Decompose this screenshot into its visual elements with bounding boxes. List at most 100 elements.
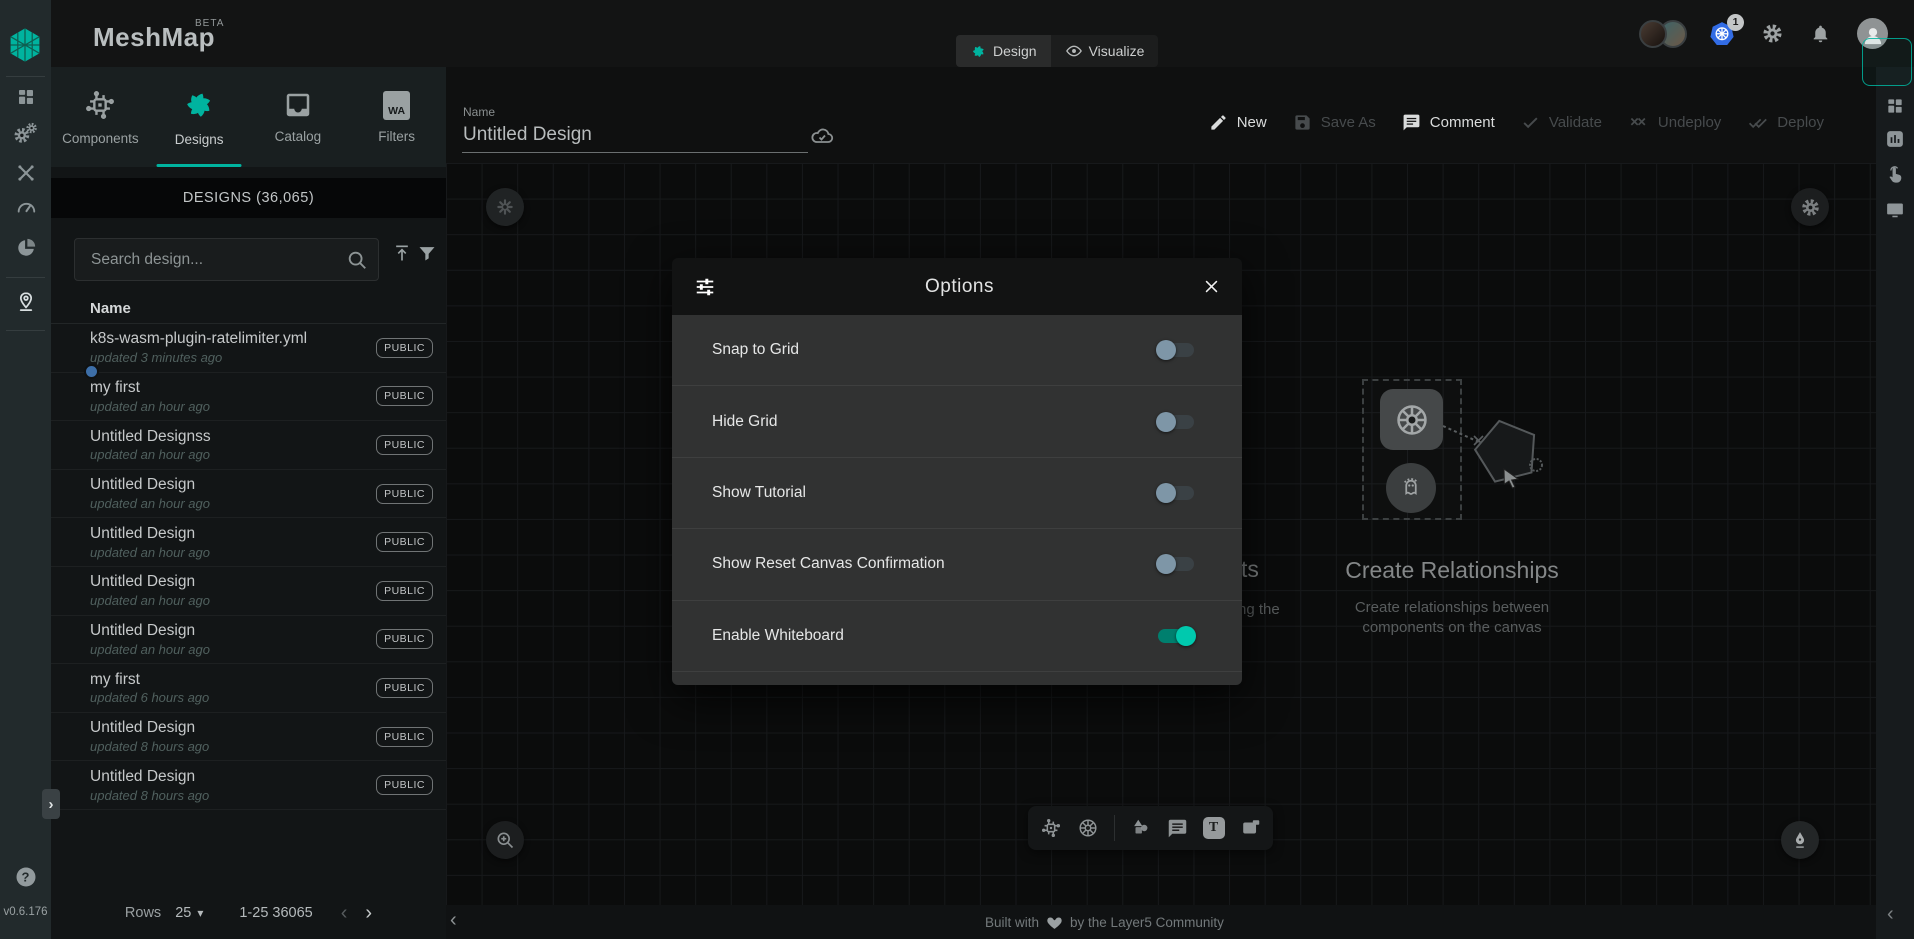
sidebar-item-configuration[interactable] [15, 163, 36, 184]
design-row[interactable]: Untitled Design updated an hour ago PUBL… [51, 567, 446, 616]
kubernetes-context-button[interactable]: 1 [1709, 21, 1735, 47]
panel-collapse-chevron[interactable]: › [42, 789, 60, 819]
undeploy-button[interactable]: Undeploy [1628, 113, 1721, 132]
tab-design-label: Design [993, 43, 1037, 59]
text-tool-icon[interactable]: T [1203, 817, 1225, 839]
tab-design[interactable]: Design [956, 35, 1051, 67]
design-name-input[interactable] [462, 122, 808, 153]
pencil-icon [1209, 113, 1228, 132]
design-row[interactable]: Untitled Designss updated an hour ago PU… [51, 421, 446, 470]
comment-tool-icon[interactable] [1167, 818, 1188, 839]
double-x-icon [1628, 113, 1649, 132]
tab-visualize-label: Visualize [1089, 43, 1145, 59]
design-name: Untitled Design [90, 476, 210, 494]
settings-gear-icon[interactable] [1761, 22, 1784, 45]
design-row[interactable]: my first updated an hour ago PUBLIC [51, 373, 446, 422]
creature-icon [1396, 473, 1426, 503]
design-row[interactable]: Untitled Design updated an hour ago PUBL… [51, 616, 446, 665]
sidebar-item-performance[interactable] [15, 196, 37, 218]
panel-tab-components[interactable]: Components [51, 67, 150, 167]
snap-to-grid-toggle[interactable] [1158, 343, 1194, 357]
design-name: my first [90, 671, 209, 689]
import-design-icon[interactable] [392, 243, 412, 263]
rows-per-page-caret-icon[interactable]: ▾ [197, 906, 203, 920]
eye-icon [1065, 42, 1083, 60]
sidebar-item-meshmap-pin[interactable] [14, 291, 37, 314]
tab-visualize[interactable]: Visualize [1051, 35, 1159, 67]
next-page-button[interactable]: › [365, 902, 372, 925]
panel-tab-catalog[interactable]: Catalog [249, 67, 348, 167]
sidebar-item-extensions[interactable] [15, 237, 37, 259]
right-rail-collapse-chevron[interactable]: ‹ [1887, 903, 1894, 926]
pagination-bar: Rows 25 ▾ 1-25 36065 ‹ › [51, 895, 446, 931]
design-name: Untitled Design [90, 525, 210, 543]
design-row[interactable]: k8s-wasm-plugin-ratelimiter.yml updated … [51, 324, 446, 373]
media-tool-icon[interactable] [1240, 817, 1262, 839]
notifications-bell-icon[interactable] [1810, 23, 1831, 44]
design-name: Untitled Design [90, 768, 209, 786]
touch-interaction-icon[interactable] [1885, 165, 1906, 186]
design-updated: updated 6 hours ago [90, 690, 209, 705]
visibility-badge: PUBLIC [376, 727, 433, 747]
show-reset-canvas-confirmation-toggle[interactable] [1158, 557, 1194, 571]
toolbar-divider [1114, 815, 1115, 841]
meshmap-app: MeshMap BETA Design Visualize 1 [0, 0, 1914, 939]
visibility-badge: PUBLIC [376, 775, 433, 795]
rows-per-page-select[interactable]: 25 [175, 905, 191, 921]
filter-funnel-icon[interactable] [417, 243, 437, 263]
validate-button[interactable]: Validate [1521, 113, 1602, 132]
tutorial-kubernetes-node [1380, 389, 1443, 450]
design-name: k8s-wasm-plugin-ratelimiter.yml [90, 330, 307, 348]
kubernetes-wheel-icon [1393, 401, 1431, 439]
design-updated: updated an hour ago [90, 642, 210, 657]
design-updated: updated 8 hours ago [90, 788, 209, 803]
sidebar-item-lifecycle[interactable] [14, 122, 38, 146]
option-row-enable-whiteboard: Enable Whiteboard [672, 601, 1242, 672]
sidebar-item-dashboard[interactable] [15, 87, 36, 108]
collaborator-avatar-1[interactable] [1639, 20, 1667, 48]
panel-tab-filters[interactable]: WA Filters [347, 67, 446, 167]
show-tutorial-toggle[interactable] [1158, 486, 1194, 500]
deploy-button[interactable]: Deploy [1747, 113, 1824, 132]
canvas-gear-button[interactable] [1791, 188, 1829, 226]
monitor-icon[interactable] [1885, 200, 1906, 221]
comment-button[interactable]: Comment [1402, 113, 1495, 132]
footer-credit: Built with by the Layer5 Community [985, 905, 1224, 939]
design-row[interactable]: Untitled Design updated an hour ago PUBL… [51, 470, 446, 519]
floppy-save-icon [1293, 113, 1312, 132]
save-as-button[interactable]: Save As [1293, 113, 1376, 132]
zoom-in-button[interactable] [486, 821, 524, 859]
layer5-logo-icon[interactable] [6, 26, 44, 64]
design-row[interactable]: Untitled Design updated an hour ago PUBL… [51, 518, 446, 567]
right-drawer-toggle-button[interactable] [1862, 38, 1912, 86]
panel-tab-designs[interactable]: Designs [150, 67, 249, 167]
search-input[interactable] [89, 250, 346, 270]
new-button[interactable]: New [1209, 113, 1267, 132]
design-row[interactable]: my first updated 6 hours ago PUBLIC [51, 664, 446, 713]
kubernetes-tool-icon[interactable] [1077, 817, 1099, 839]
designs-panel: Components Designs Catalog WA Filters DE… [51, 67, 446, 939]
chart-panel-icon[interactable] [1885, 129, 1906, 150]
toggle-knob [1156, 340, 1176, 360]
hide-grid-toggle[interactable] [1158, 415, 1194, 429]
option-label: Enable Whiteboard [712, 627, 844, 645]
header-right-cluster: 1 [1639, 0, 1888, 67]
enable-whiteboard-toggle[interactable] [1158, 629, 1194, 643]
design-list: k8s-wasm-plugin-ratelimiter.yml updated … [51, 323, 446, 810]
visibility-badge: PUBLIC [376, 678, 433, 698]
help-button[interactable]: ? [16, 868, 35, 887]
design-row[interactable]: Untitled Design updated 8 hours ago PUBL… [51, 761, 446, 810]
design-updated: updated an hour ago [90, 593, 210, 608]
whiteboard-pen-button[interactable] [1781, 821, 1819, 859]
canvas-tools-dock: T [1028, 806, 1273, 850]
components-tool-icon[interactable] [1040, 817, 1062, 839]
design-row[interactable]: Untitled Design updated 8 hours ago PUBL… [51, 713, 446, 762]
footer-bar: ‹ Built with by the Layer5 Community [446, 905, 1876, 939]
close-icon[interactable] [1203, 278, 1220, 295]
shapes-tool-icon[interactable] [1130, 817, 1152, 839]
design-updated: updated 3 minutes ago [90, 350, 307, 365]
canvas-settings-flower-button[interactable] [486, 188, 524, 226]
footer-left-chevron[interactable]: ‹ [450, 909, 457, 932]
widgets-grid-icon[interactable] [1885, 96, 1905, 116]
previous-page-button[interactable]: ‹ [341, 902, 348, 925]
